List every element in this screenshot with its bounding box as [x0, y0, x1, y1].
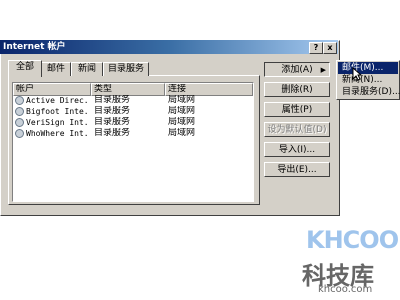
watermark-logo: KHCOO [306, 226, 399, 254]
add-button[interactable]: 添加(A) ▶ [264, 62, 330, 77]
dialog-title: Internet 帐户 [3, 42, 66, 52]
properties-button[interactable]: 属性(P) [264, 102, 330, 117]
directory-service-icon [15, 96, 24, 105]
import-button[interactable]: 导入(I)... [264, 142, 330, 157]
table-row-type: 目录服务 [94, 128, 131, 138]
mouse-pointer-icon [352, 67, 362, 81]
add-button-label: 添加(A) [281, 65, 313, 75]
help-button[interactable]: ? [309, 42, 323, 54]
tab-news[interactable]: 新闻 [71, 62, 103, 76]
directory-service-icon [15, 107, 24, 116]
table-row-account[interactable]: WhoWhere Int... [26, 128, 90, 139]
submenu-arrow-icon: ▶ [320, 66, 326, 74]
watermark-url: khcoo.com [318, 284, 373, 295]
table-row-type: 目录服务 [94, 117, 131, 127]
menu-item-mail[interactable]: 邮件(M)... [338, 62, 398, 74]
export-button[interactable]: 导出(E)... [264, 162, 330, 177]
remove-button[interactable]: 删除(R) [264, 82, 330, 97]
directory-service-icon [15, 118, 24, 127]
tab-all[interactable]: 全部 [8, 60, 42, 77]
table-row-account[interactable]: Active Direc... [26, 95, 90, 106]
table-row-connection: 局域网 [168, 106, 196, 116]
table-row-account[interactable]: Bigfoot Inte... [26, 106, 90, 117]
directory-service-icon [15, 129, 24, 138]
table-row-type: 目录服务 [94, 95, 131, 105]
close-button[interactable]: x [323, 42, 337, 54]
table-row-account[interactable]: VeriSign Int... [26, 117, 90, 128]
table-row-connection: 局域网 [168, 95, 196, 105]
table-row-type: 目录服务 [94, 106, 131, 116]
tab-directory-services[interactable]: 目录服务 [103, 62, 149, 76]
menu-item-directory-service[interactable]: 目录服务(D)... [338, 86, 400, 98]
set-default-button[interactable]: 设为默认值(D) [264, 122, 330, 137]
table-row-connection: 局域网 [168, 128, 196, 138]
tab-mail[interactable]: 邮件 [41, 62, 71, 76]
table-row-connection: 局域网 [168, 117, 196, 127]
menu-item-news[interactable]: 新闻(N)... [338, 74, 398, 86]
